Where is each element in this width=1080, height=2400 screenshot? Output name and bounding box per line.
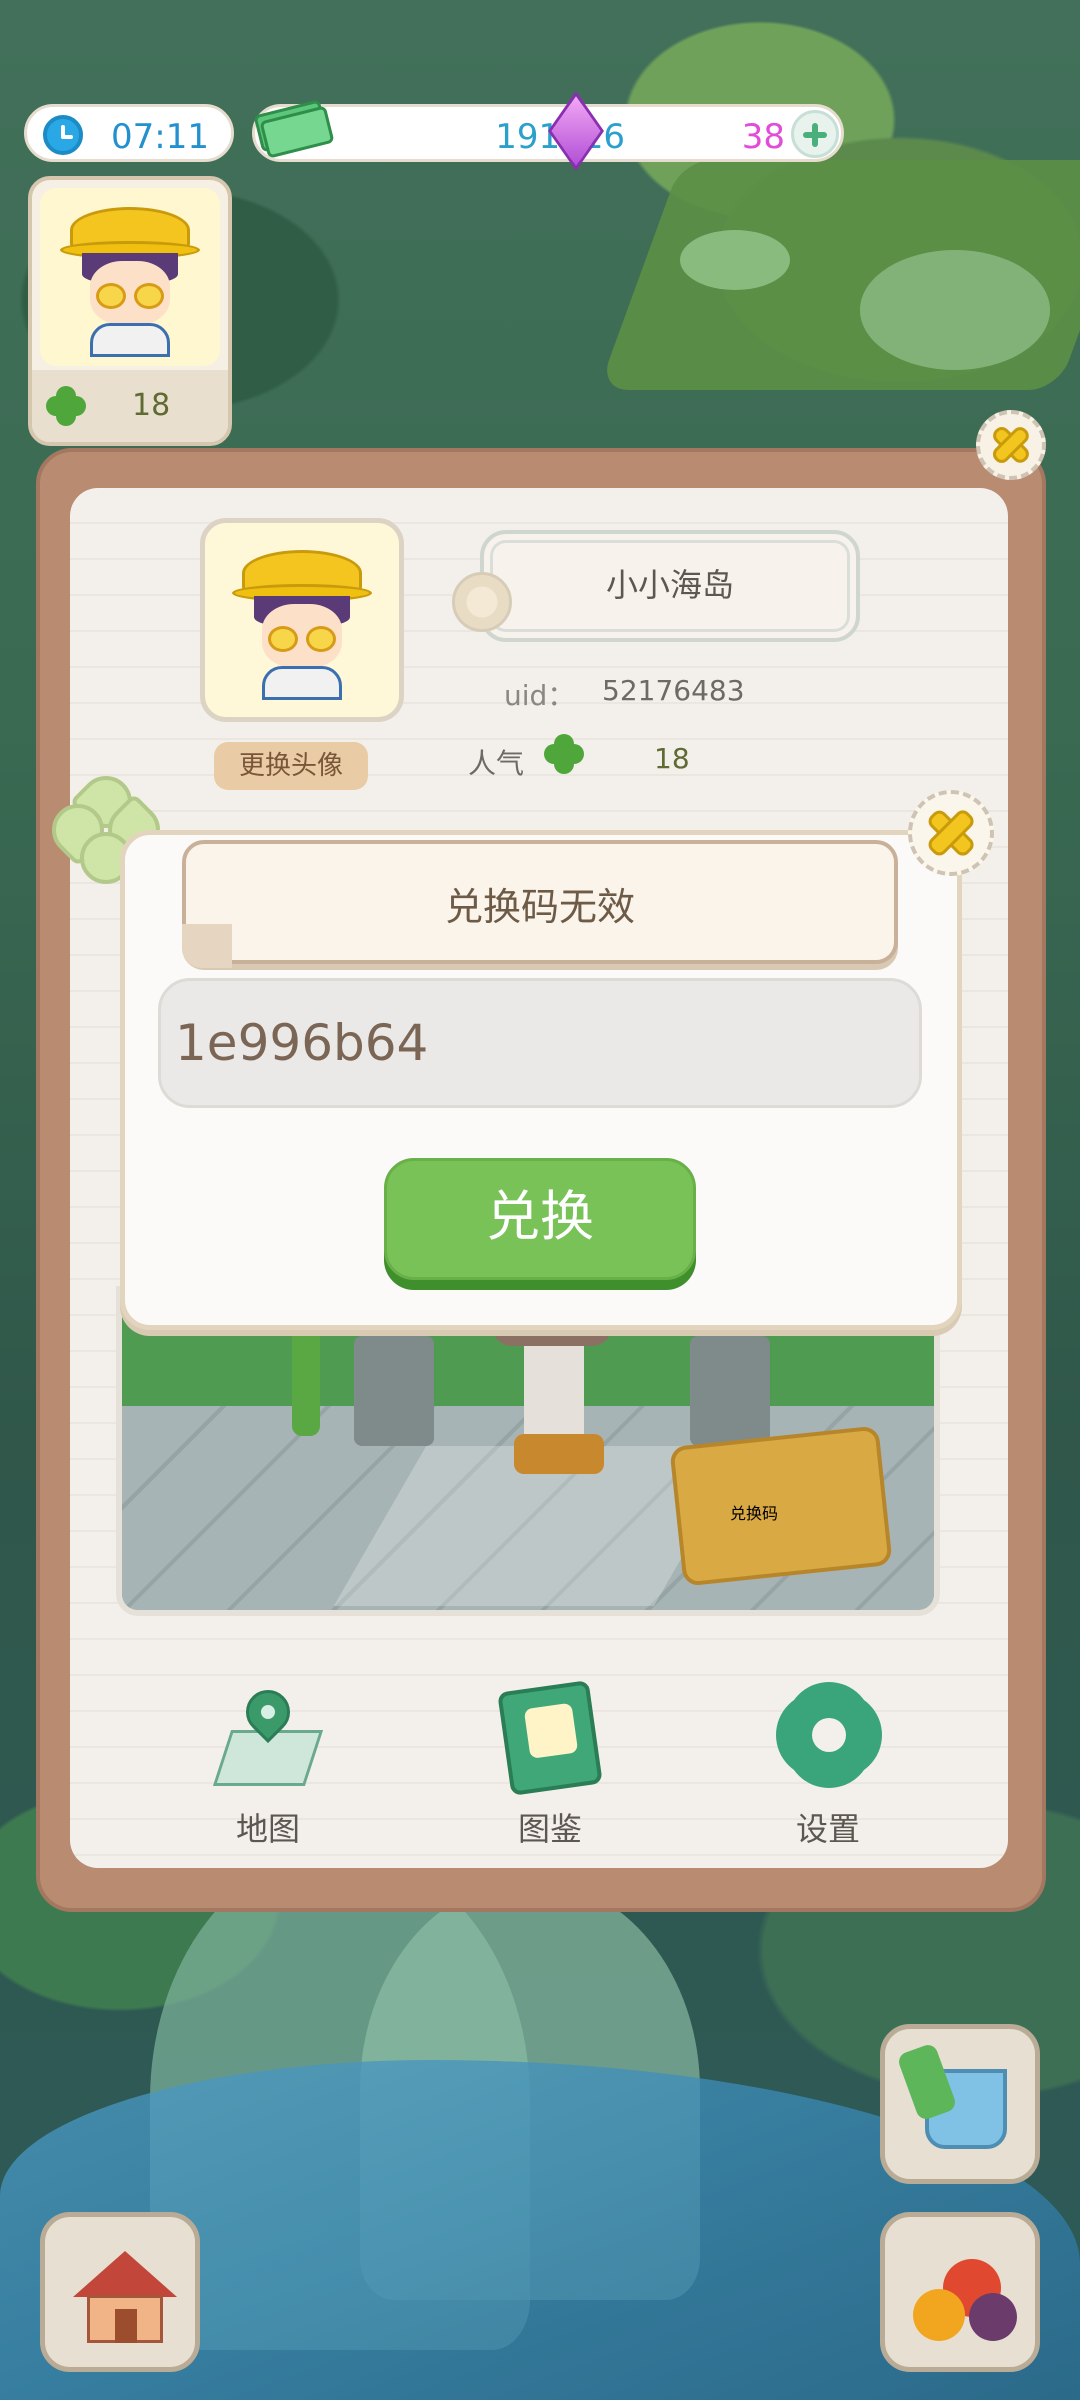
redeem-code-bag[interactable]: [669, 1425, 893, 1587]
nav-collection[interactable]: 图鉴: [470, 1680, 630, 1850]
popularity-count: 18: [132, 388, 171, 423]
nav-map[interactable]: 地图: [188, 1680, 348, 1850]
bag-label: 兑换码: [730, 1504, 779, 1523]
redeem-button[interactable]: 兑换: [384, 1158, 696, 1280]
stone-post: [690, 1336, 770, 1446]
player-name: 小小海岛: [605, 566, 734, 604]
uid-value: 52176483: [602, 674, 745, 707]
avatar-character: [232, 540, 372, 700]
fruit-basket-button[interactable]: [880, 2212, 1040, 2372]
bucket-button[interactable]: [880, 2024, 1040, 2184]
close-profile-button[interactable]: [976, 410, 1046, 480]
currency-pill: 191316 38: [252, 91, 844, 171]
home-button[interactable]: [40, 2212, 200, 2372]
change-avatar-button[interactable]: 更换头像: [214, 742, 368, 790]
clock-pill: 07:11: [24, 104, 234, 162]
avatar-character: [60, 197, 200, 357]
room-scene-preview: [116, 1286, 940, 1616]
profile-avatar: [200, 518, 404, 722]
alarm-clock-icon: [43, 115, 83, 155]
bucket-icon: [925, 2069, 1007, 2149]
close-icon: [912, 794, 990, 872]
uid-label: uid：: [504, 679, 576, 712]
nav-collection-label: 图鉴: [517, 1810, 582, 1848]
character-legs: [524, 1346, 584, 1446]
close-dialog-button[interactable]: [908, 790, 994, 876]
popularity-value: 18: [654, 742, 690, 775]
avatar: [40, 188, 220, 366]
add-gems-button[interactable]: [791, 110, 839, 158]
stone-post: [354, 1336, 434, 1446]
clock-time: 07:11: [111, 117, 209, 157]
nav-settings-label: 设置: [795, 1810, 860, 1848]
close-icon: [980, 414, 1042, 476]
popularity-bar: 18: [32, 370, 228, 442]
home-icon: [73, 2251, 177, 2343]
book-icon: [497, 1680, 603, 1796]
rock: [680, 230, 790, 290]
cash-icon: [253, 99, 335, 159]
map-pin-icon: [212, 1680, 324, 1790]
redeem-code-input[interactable]: [158, 978, 922, 1108]
rock: [860, 250, 1050, 370]
redeem-message: 兑换码无效: [444, 885, 635, 929]
nav-map-label: 地图: [235, 1810, 300, 1848]
clover-icon: [544, 734, 584, 774]
popularity-label: 人气: [468, 747, 525, 780]
nav-settings[interactable]: 设置: [748, 1680, 908, 1850]
character-boots: [514, 1434, 604, 1474]
gem-amount: 38: [741, 117, 785, 157]
player-avatar-card[interactable]: 18: [28, 176, 232, 446]
fruit-icon: [913, 2253, 1017, 2343]
clover-icon: [46, 386, 86, 426]
gem-icon: [540, 91, 612, 171]
gear-icon: [784, 1690, 874, 1780]
